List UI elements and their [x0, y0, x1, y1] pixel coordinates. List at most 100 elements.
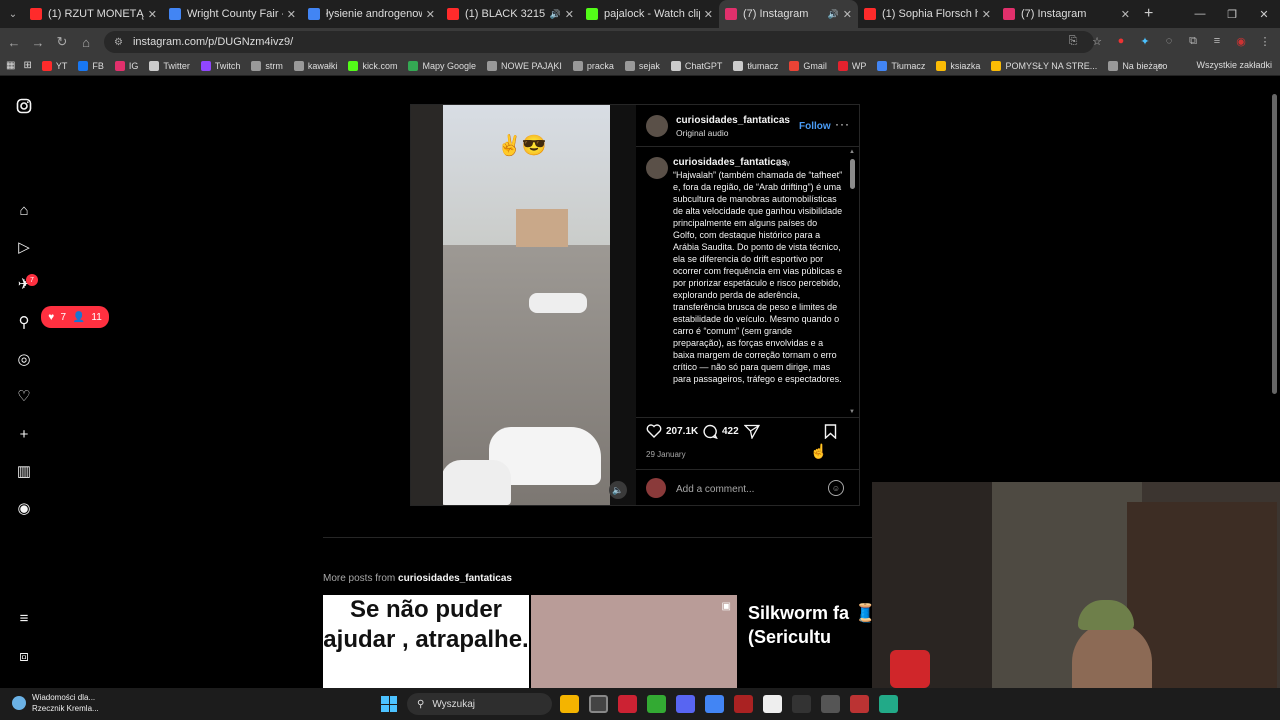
emoji-icon[interactable]: ☺ — [828, 480, 844, 496]
app-icon[interactable] — [821, 695, 840, 713]
menu-icon[interactable]: ⋮ — [1256, 32, 1274, 50]
browser-tab[interactable]: Wright County Fair - Szuk ✕ — [163, 0, 302, 28]
browser-tab[interactable]: (7) Instagram 🔊 ✕ — [719, 0, 858, 28]
tab-search-icon[interactable]: ⌄ — [2, 3, 24, 25]
install-icon[interactable]: ⎘ — [1064, 32, 1082, 50]
browser-tab[interactable]: (1) Sophia Florsch high sp ✕ — [858, 0, 997, 28]
app-icon[interactable] — [879, 695, 898, 713]
activity-popup[interactable]: ♥ 7 👤 11 — [41, 306, 109, 328]
grid-icon[interactable]: ⊞ — [23, 60, 31, 71]
app-icon[interactable] — [792, 695, 811, 713]
taskbar-search[interactable]: ⚲ Wyszukaj — [407, 693, 552, 715]
follow-button[interactable]: Follow — [799, 121, 831, 132]
caption-scrollbar[interactable]: ▲ ▼ — [849, 149, 857, 415]
tab-close-icon[interactable]: ✕ — [426, 8, 435, 21]
app-icon[interactable] — [763, 695, 782, 713]
extensions-puzzle-icon[interactable]: ⧉ — [1184, 32, 1202, 50]
extension-icon[interactable]: ✦ — [1136, 32, 1154, 50]
page-scrollbar[interactable] — [1270, 80, 1278, 688]
app-icon[interactable] — [618, 695, 637, 713]
bookmark-item[interactable]: NOWE PAJĄKI — [486, 60, 562, 71]
bookmark-item[interactable]: kawałki — [293, 60, 337, 71]
browser-tab[interactable]: (1) RZUT MONETĄ DECYD ✕ — [24, 0, 163, 28]
app-icon[interactable] — [647, 695, 666, 713]
scrollbar-thumb[interactable] — [850, 159, 855, 189]
browser-tab[interactable]: (1) BLACK 3215 - LOV🔊 ✕ — [441, 0, 580, 28]
bookmark-item[interactable]: sejak — [624, 60, 660, 71]
bookmark-item[interactable]: WP — [837, 60, 866, 71]
more-posts-username[interactable]: curiosidades_fantaticas — [398, 573, 512, 584]
chrome-icon[interactable] — [705, 695, 724, 713]
reels-icon[interactable]: ▷ — [14, 237, 34, 257]
comment-button[interactable]: 422 — [702, 424, 739, 439]
bookmark-item[interactable]: tłumacz — [733, 60, 778, 71]
original-audio-link[interactable]: Original audio — [676, 128, 728, 138]
news-widget[interactable]: Wiadomości dla... Rzecznik Kremla... — [10, 692, 99, 714]
bookmark-item[interactable]: FB — [78, 60, 104, 71]
tab-close-icon[interactable]: ✕ — [704, 8, 713, 21]
all-bookmarks[interactable]: Wszystkie zakładki — [1196, 60, 1272, 70]
save-button[interactable] — [824, 424, 841, 439]
new-tab-button[interactable]: + — [1144, 5, 1153, 23]
scroll-up-icon[interactable]: ▲ — [849, 149, 855, 155]
scroll-down-icon[interactable]: ▼ — [849, 409, 855, 415]
bookmark-item[interactable]: Tłumacz — [877, 60, 925, 71]
profile-avatar-icon[interactable]: ◉ — [14, 498, 34, 518]
home-icon[interactable]: ⌂ — [74, 35, 98, 50]
tab-close-icon[interactable]: ✕ — [148, 8, 157, 21]
notifications-heart-icon[interactable]: ♡ — [14, 386, 34, 406]
browser-tab[interactable]: (7) Instagram ✕ — [997, 0, 1136, 28]
bookmark-star-icon[interactable]: ☆ — [1088, 32, 1106, 50]
app-icon[interactable] — [734, 695, 753, 713]
home-nav-icon[interactable]: ⌂ — [14, 200, 34, 220]
comment-input[interactable]: Add a comment... — [676, 484, 754, 495]
site-info-icon[interactable]: ⚙ — [114, 37, 123, 48]
mute-icon[interactable]: 🔈 — [609, 481, 627, 499]
tab-close-icon[interactable]: ✕ — [287, 8, 296, 21]
caption-username[interactable]: curiosidades_fantaticas — [673, 157, 787, 168]
bookmark-item[interactable]: strm — [251, 60, 283, 71]
tab-close-icon[interactable]: ✕ — [982, 8, 991, 21]
minimize-icon[interactable]: — — [1184, 8, 1216, 20]
explore-icon[interactable]: ◎ — [14, 349, 34, 369]
forward-icon[interactable]: → — [26, 35, 50, 50]
search-icon[interactable]: ⚲ — [14, 312, 34, 332]
app-icon[interactable] — [850, 695, 869, 713]
more-post-thumbnail[interactable]: Se não puder ajudar , atrapalhe. — [323, 595, 529, 688]
author-avatar[interactable] — [646, 115, 668, 137]
record-extension-icon[interactable]: ● — [1112, 32, 1130, 50]
more-post-thumbnail[interactable]: ▣ — [531, 595, 737, 688]
bookmark-item[interactable]: ksiazka — [936, 60, 980, 71]
more-bookmarks-icon[interactable]: » — [1158, 60, 1163, 70]
address-bar[interactable]: ⚙ instagram.com/p/DUGNzm4ivz9/ — [104, 31, 1094, 53]
app-icon[interactable] — [589, 695, 608, 713]
more-menu-icon[interactable]: ≡ — [14, 608, 34, 628]
browser-tab[interactable]: pajalock - Watch clips on ✕ — [580, 0, 719, 28]
dashboard-icon[interactable]: ▥ — [14, 461, 34, 481]
media-control-icon[interactable]: ≡ — [1208, 32, 1226, 50]
create-icon[interactable]: + — [14, 424, 34, 444]
caption-avatar[interactable] — [646, 157, 668, 179]
bookmark-item[interactable]: Twitter — [149, 60, 190, 71]
bookmark-item[interactable]: YT — [41, 60, 67, 71]
bookmark-item[interactable]: kick.com — [348, 60, 397, 71]
close-window-icon[interactable]: ✕ — [1248, 8, 1280, 21]
bookmark-item[interactable]: Twitch — [200, 60, 240, 71]
author-username[interactable]: curiosidades_fantaticas — [676, 115, 790, 126]
discord-icon[interactable] — [676, 695, 695, 713]
bookmark-item[interactable]: POMYSŁY NA STRE... — [991, 60, 1097, 71]
bookmark-item[interactable]: Mapy Google — [408, 60, 476, 71]
profile-avatar[interactable]: ◉ — [1232, 32, 1250, 50]
maximize-icon[interactable]: ❐ — [1216, 8, 1248, 21]
back-icon[interactable]: ← — [2, 35, 26, 50]
more-options-icon[interactable]: ··· — [835, 117, 850, 131]
instagram-logo-icon[interactable] — [14, 96, 34, 116]
browser-tab[interactable]: łysienie androgenowe - S ✕ — [302, 0, 441, 28]
tab-close-icon[interactable]: ✕ — [1121, 8, 1130, 21]
reload-icon[interactable]: ↻ — [50, 34, 74, 50]
tab-close-icon[interactable]: ✕ — [565, 8, 574, 21]
tab-close-icon[interactable]: ✕ — [843, 8, 852, 21]
apps-icon[interactable]: ▦ — [6, 60, 15, 71]
tab-audio-icon[interactable]: 🔊 — [828, 9, 839, 20]
page-scrollbar-thumb[interactable] — [1272, 94, 1277, 394]
